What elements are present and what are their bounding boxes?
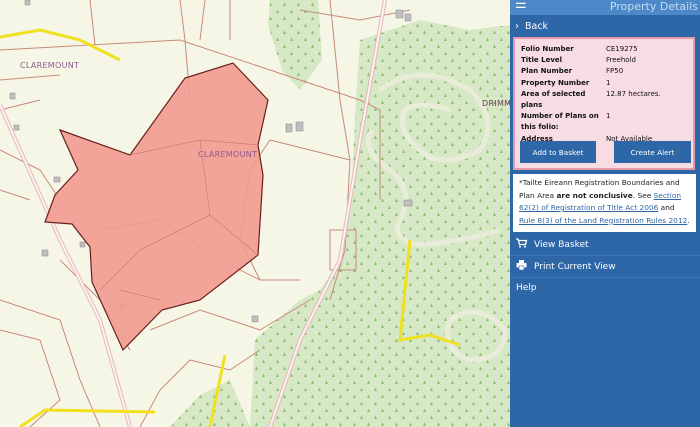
map-canvas[interactable]: CLAREMOUNT CLAREMOUNT DRIMM: [0, 0, 510, 427]
detail-label: Property Number: [521, 78, 590, 87]
notice-end: .: [687, 215, 690, 225]
detail-label: Area of selected plans: [521, 89, 586, 110]
detail-row-folio: Folio Number CE19275: [521, 44, 691, 55]
print-current-view-menu-item[interactable]: Print Current View: [510, 256, 700, 278]
print-label: Print Current View: [534, 261, 616, 272]
detail-label: Folio Number: [521, 45, 574, 53]
detail-value: Freehold: [606, 56, 636, 65]
townland-label-right: DRIMM: [482, 99, 510, 108]
detail-label: Plan Number: [521, 67, 573, 76]
detail-row-plan-count: Number of Plans on this folio: 1: [521, 111, 691, 133]
detail-label: Title Level: [521, 56, 563, 65]
detail-row-title-level: Title Level Freehold: [521, 55, 691, 66]
property-details-panel: ☰ Property Details › Back Folio Number C…: [510, 0, 700, 427]
cart-icon: [516, 238, 530, 251]
hamburger-icon[interactable]: ☰: [515, 0, 527, 12]
detail-value: 1: [606, 112, 611, 121]
help-menu-item[interactable]: Help: [510, 277, 700, 299]
property-details-box: Folio Number CE19275 Title Level Freehol…: [513, 37, 695, 170]
detail-row-plan-number: Plan Number FP50: [521, 66, 691, 77]
chevron-right-icon: ›: [515, 20, 519, 32]
detail-row-property-number: Property Number 1: [521, 78, 691, 89]
detail-label: Number of Plans on this folio:: [521, 112, 599, 132]
detail-value: 1: [606, 78, 611, 87]
back-label: Back: [525, 20, 549, 32]
add-to-basket-button[interactable]: Add to Basket: [520, 141, 596, 163]
details-table: Folio Number CE19275 Title Level Freehol…: [521, 44, 691, 145]
townland-label-left: CLAREMOUNT: [20, 61, 79, 70]
view-basket-label: View Basket: [534, 239, 589, 250]
detail-value: FP50: [606, 67, 624, 76]
notice-and: and: [658, 203, 675, 212]
rule-8-link[interactable]: Rule 8(3) of the Land Registration Rules…: [519, 216, 687, 225]
notice-bold: are not conclusive: [556, 190, 633, 200]
disclaimer-notice: *Tailte Éireann Registration Boundaries …: [513, 174, 696, 232]
create-alert-button[interactable]: Create Alert: [614, 141, 691, 163]
back-button[interactable]: › Back: [510, 15, 700, 37]
detail-value: 12.87 hectares.: [606, 89, 661, 98]
map-view[interactable]: CLAREMOUNT CLAREMOUNT DRIMM: [0, 0, 510, 427]
notice-middle: . See: [632, 190, 654, 200]
detail-value: CE19275: [606, 45, 638, 53]
townland-label-parcel: CLAREMOUNT: [198, 150, 257, 159]
panel-title: Property Details: [609, 0, 698, 13]
panel-header: ☰ Property Details: [510, 0, 700, 15]
view-basket-menu-item[interactable]: View Basket: [510, 234, 700, 256]
help-label: Help: [516, 283, 537, 293]
detail-row-area: Area of selected plans 12.87 hectares.: [521, 89, 691, 111]
printer-icon: [516, 260, 530, 273]
